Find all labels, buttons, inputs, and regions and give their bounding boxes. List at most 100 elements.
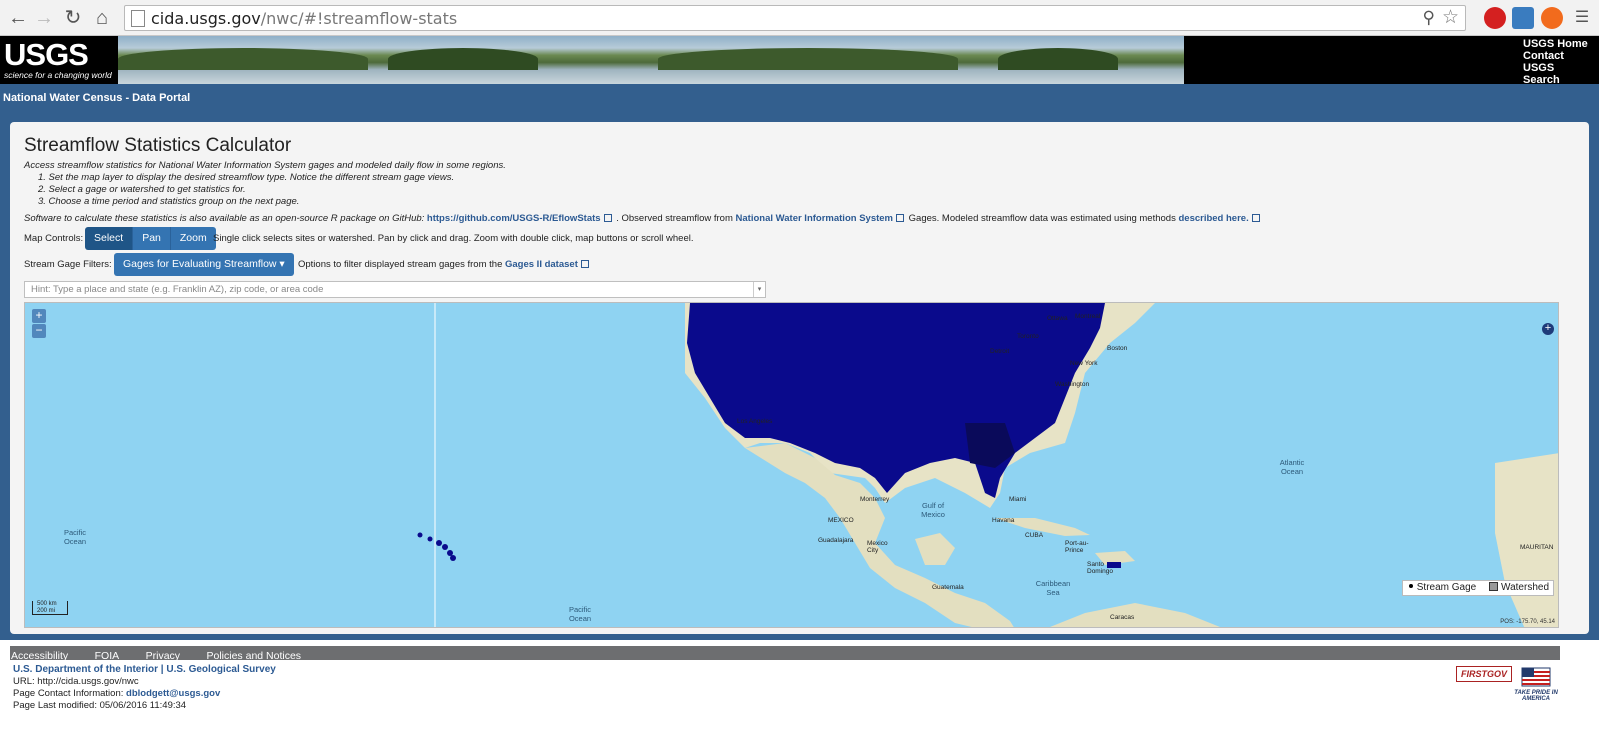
software-mid2: Gages. Modeled streamflow data was estim… (908, 213, 1176, 224)
footer-nav: Accessibility FOIA Privacy Policies and … (10, 646, 1560, 663)
footer-contact: Page Contact Information: dblodgett@usgs… (13, 688, 276, 700)
city-label: Mexico City (867, 540, 888, 554)
usgs-home-link[interactable]: USGS Home (1523, 38, 1593, 50)
page-icon (131, 10, 145, 27)
nwis-link[interactable]: National Water Information System (736, 213, 893, 224)
city-label: Guatemala (932, 584, 964, 591)
address-bar[interactable]: cida.usgs.gov/nwc/#!streamflow-stats ⚲ ☆ (124, 5, 1466, 31)
zoom-out-button[interactable]: − (32, 324, 46, 338)
sea-label: Caribbean Sea (1035, 579, 1071, 597)
scale-bar: 500 km 200 mi (32, 601, 68, 615)
extension-red-icon[interactable] (1484, 7, 1506, 29)
extension-blue-icon[interactable] (1512, 7, 1534, 29)
site-title[interactable]: National Water Census - Data Portal (3, 92, 190, 104)
streamflow-map[interactable]: Pacific Ocean Atlantic Ocean Pacific Oce… (24, 302, 1559, 628)
usgs-logo[interactable]: USGS science for a changing world (0, 36, 118, 84)
country-label: MAURITAN (1520, 544, 1554, 551)
contact-email-link[interactable]: dblodgett@usgs.gov (126, 688, 220, 699)
city-label: Ottawa (1047, 315, 1068, 322)
gage-filters-label: Stream Gage Filters: (24, 259, 112, 270)
steps-list: 1. Set the map layer to display the desi… (38, 172, 454, 208)
calculator-panel: Streamflow Statistics Calculator Access … (10, 122, 1589, 634)
reload-icon[interactable]: ↻ (61, 6, 85, 30)
forward-arrow-icon[interactable]: → (32, 6, 56, 30)
pan-button[interactable]: Pan (133, 227, 171, 250)
software-prefix: Software to calculate these statistics i… (24, 213, 425, 224)
zoom-in-button[interactable]: + (32, 309, 46, 323)
city-label: New York (1070, 360, 1098, 367)
footer-link-privacy[interactable]: Privacy (146, 649, 180, 663)
africa-land (1495, 453, 1558, 627)
github-link[interactable]: https://github.com/USGS-R/EflowStats (427, 213, 601, 224)
place-search[interactable]: ▾ (24, 281, 766, 298)
city-label: Guadalajara (818, 537, 854, 544)
city-label: Washington (1055, 381, 1090, 388)
gage-filter-label: Gages for Evaluating Streamflow (123, 258, 277, 270)
legend-gage-label: Stream Gage (1416, 582, 1477, 593)
place-search-input[interactable] (25, 282, 753, 297)
software-note: Software to calculate these statistics i… (24, 213, 1262, 224)
select-button[interactable]: Select (85, 227, 134, 250)
gage-filters-help: Options to filter displayed stream gages… (298, 259, 591, 270)
gages-ii-link[interactable]: Gages II dataset (505, 259, 578, 270)
banner-photo (118, 36, 1184, 84)
ocean-label: Pacific Ocean (568, 605, 592, 623)
map-controls-group: Select Pan Zoom (85, 227, 216, 250)
step-item: 2. Select a gage or watershed to get sta… (38, 184, 246, 195)
menu-icon[interactable]: ☰ (1570, 6, 1594, 30)
city-label: Port-au-Prince (1065, 540, 1089, 554)
home-icon[interactable]: ⌂ (90, 6, 114, 30)
ocean-label: Pacific Ocean (63, 528, 87, 546)
browser-toolbar: ← → ↻ ⌂ cida.usgs.gov/nwc/#!streamflow-s… (0, 0, 1599, 36)
footer-link-foia[interactable]: FOIA (95, 649, 120, 663)
contact-label: Page Contact Information: (13, 688, 124, 699)
map-controls-help: Single click selects sites or watershed.… (213, 233, 694, 244)
layer-switcher-button[interactable]: + (1542, 323, 1554, 335)
stream-gage-cluster (687, 303, 1105, 498)
stream-gage-marker-icon (1408, 584, 1413, 588)
map-legend: Stream Gage Watershed (1401, 580, 1554, 596)
methods-link[interactable]: described here. (1178, 213, 1248, 224)
page-title: Streamflow Statistics Calculator (24, 135, 292, 156)
back-arrow-icon[interactable]: ← (6, 6, 30, 30)
software-mid: . Observed streamflow from (616, 213, 733, 224)
take-pride-label: TAKE PRIDE IN AMERICA (1514, 690, 1558, 702)
intro-text: Access streamflow statistics for Nationa… (24, 160, 506, 171)
department-link[interactable]: U.S. Department of the Interior | U.S. G… (13, 664, 276, 676)
south-america-land (1050, 603, 1220, 627)
ocean-label: Atlantic Ocean (1279, 458, 1305, 476)
magnifier-icon[interactable]: ⚲ (1423, 8, 1435, 28)
yucatan-land (915, 533, 955, 565)
usgs-banner: USGS science for a changing world USGS H… (0, 36, 1599, 98)
firstgov-logo[interactable]: FIRSTGOV (1456, 666, 1512, 682)
site-title-bar: National Water Census - Data Portal (0, 84, 1599, 118)
footer-info: U.S. Department of the Interior | U.S. G… (13, 664, 276, 712)
main-wrapper: Streamflow Statistics Calculator Access … (0, 118, 1599, 640)
gage-filter-dropdown[interactable]: Gages for Evaluating Streamflow ▾ (114, 253, 294, 276)
extension-orange-icon[interactable] (1541, 7, 1563, 29)
map-canvas (417, 303, 1558, 627)
scale-km: 500 km (37, 601, 57, 607)
search-dropdown-icon[interactable]: ▾ (753, 282, 765, 297)
bookmark-star-icon[interactable]: ☆ (1442, 6, 1459, 29)
city-label: Santo Domingo (1087, 561, 1114, 575)
city-label: Detroit (990, 348, 1010, 355)
external-link-icon (1251, 214, 1260, 222)
map-controls-label: Map Controls: (24, 233, 84, 244)
contact-usgs-link[interactable]: Contact USGS (1523, 50, 1593, 74)
zoom-control: + − (32, 309, 46, 339)
zoom-button[interactable]: Zoom (170, 227, 216, 250)
city-label: Miami (1009, 496, 1027, 503)
city-label: Los Angeles (737, 418, 773, 425)
gulf-label: Gulf of Mexico (921, 501, 945, 519)
hawaii-gages (417, 532, 456, 561)
city-label: Monterrey (860, 496, 890, 503)
country-label: CUBA (1025, 532, 1044, 539)
city-label: Toronto (1017, 333, 1039, 340)
external-link-icon (896, 214, 904, 222)
address-url[interactable]: cida.usgs.gov/nwc/#!streamflow-stats (151, 9, 457, 28)
external-link-icon (603, 214, 612, 222)
external-link-icon (580, 260, 589, 268)
footer-link-accessibility[interactable]: Accessibility (11, 649, 68, 663)
footer-link-policies[interactable]: Policies and Notices (207, 649, 302, 663)
